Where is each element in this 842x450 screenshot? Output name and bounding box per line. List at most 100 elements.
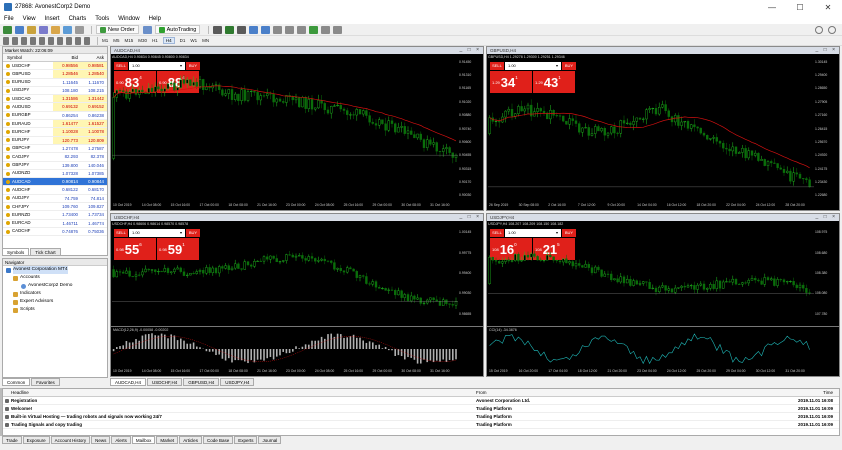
mail-row[interactable]: Welcome! Trading Platform 2019.11.01 16:09	[3, 405, 839, 413]
ask-column-header[interactable]: Ask	[81, 54, 107, 61]
chart-window[interactable]: USDJPY,H4 _ □ × USDJPY,H4 108.207 108.209 …	[486, 213, 840, 377]
price-axis[interactable]: 108.975 108.680 108.380 108.080 107.780	[813, 222, 839, 324]
terminal-tab-trade[interactable]: Trade	[2, 436, 22, 444]
terminal-tab-market[interactable]: Market	[156, 436, 179, 444]
trendline-icon[interactable]	[39, 36, 45, 45]
tab-favorites[interactable]: Favorites	[31, 378, 60, 386]
community-icon[interactable]	[828, 26, 836, 34]
templates-icon[interactable]	[333, 25, 343, 34]
label-icon[interactable]	[75, 36, 81, 45]
candlestick-chart[interactable]	[112, 55, 458, 202]
from-column-header[interactable]: From	[473, 389, 753, 396]
menu-view[interactable]: View	[23, 16, 36, 22]
terminal-tab-alerts[interactable]: Alerts	[111, 436, 131, 444]
tester-icon[interactable]	[75, 25, 84, 34]
chart-shift-icon[interactable]	[285, 25, 295, 34]
terminal-tab-code-base[interactable]: Code Base	[202, 436, 234, 444]
text-icon[interactable]	[66, 36, 72, 45]
metaeditor-icon[interactable]	[142, 25, 152, 34]
nav-item-expert-advisors[interactable]: Expert Advisors	[3, 298, 107, 306]
mail-row[interactable]: Trading Signals and copy trading Trading …	[3, 421, 839, 429]
market-watch-icon[interactable]	[27, 25, 36, 34]
tile-windows-icon[interactable]	[273, 25, 283, 34]
minimize-button[interactable]: —	[758, 0, 786, 14]
vertical-line-icon[interactable]	[21, 36, 27, 45]
periods-icon[interactable]	[321, 25, 331, 34]
mail-row[interactable]: Built-in Virtual Hosting — trading robot…	[3, 413, 839, 421]
menu-file[interactable]: File	[4, 16, 14, 22]
chart-window-controls[interactable]: _ □ ×	[816, 214, 838, 221]
zoom-in-icon[interactable]	[249, 25, 259, 34]
subwindow-divider[interactable]	[487, 326, 839, 327]
chart-window-controls[interactable]: _ □ ×	[816, 47, 838, 54]
subwindow-divider[interactable]	[111, 326, 483, 327]
tab-symbols[interactable]: Symbols	[2, 248, 30, 256]
timeframe-m15[interactable]: M15	[125, 38, 134, 43]
chart-window[interactable]: GBPUSD,H4 _ □ × GBPUSD,H4 1.29278 1.29300 …	[486, 46, 840, 211]
time-axis[interactable]: 26 Sep 2019 30 Sep 08:00 2 Oct 16:00 7 Oct …	[489, 203, 815, 211]
crosshair-icon[interactable]	[12, 36, 18, 45]
candlestick-icon[interactable]	[225, 25, 235, 34]
tab-common[interactable]: Common	[2, 378, 31, 386]
chart-tab-audcad[interactable]: AUDCAD,H4	[110, 378, 147, 386]
time-axis[interactable]: 15 Oct 2019 16 Oct 20:00 17 Oct 04:00 18 Oc…	[489, 369, 815, 377]
candlestick-chart[interactable]	[112, 222, 458, 324]
chart-tab-gbpusd[interactable]: GBPUSD,H4	[183, 378, 220, 386]
timeframe-w1[interactable]: W1	[190, 38, 197, 43]
menu-window[interactable]: Window	[118, 16, 139, 22]
nav-item-scripts[interactable]: Scripts	[3, 306, 107, 314]
menu-tools[interactable]: Tools	[95, 16, 109, 22]
terminal-tab-mailbox[interactable]: Mailbox	[131, 436, 156, 444]
zoom-out-icon[interactable]	[261, 25, 271, 34]
arrows-icon[interactable]	[84, 36, 90, 45]
terminal-tab-articles[interactable]: Articles	[179, 436, 202, 444]
autoscroll-icon[interactable]	[297, 25, 307, 34]
price-axis[interactable]: 1.30145 1.29400 1.28650 1.27905 1.27160 1.264…	[813, 55, 839, 202]
time-axis[interactable]: 10 Oct 2019 14 Oct 08:00 15 Oct 16:00 17 Oc…	[113, 369, 459, 377]
terminal-tab-journal[interactable]: Journal	[258, 436, 282, 444]
chart-window-controls[interactable]: _ □ ×	[460, 214, 482, 221]
new-chart-icon[interactable]	[3, 25, 12, 34]
channel-icon[interactable]	[48, 36, 54, 45]
terminal-tab-exposure[interactable]: Exposure	[22, 436, 50, 444]
bid-column-header[interactable]: Bid	[53, 54, 81, 61]
timeframe-m1[interactable]: M1	[102, 38, 108, 43]
fibonacci-icon[interactable]	[57, 36, 63, 45]
chart-tab-usdjpy[interactable]: USDJPY,H4	[220, 378, 255, 386]
horizontal-line-icon[interactable]	[30, 36, 36, 45]
timeframe-d1[interactable]: D1	[180, 38, 186, 43]
timeframe-m5[interactable]: M5	[113, 38, 119, 43]
chart-window[interactable]: USDCHF,H4 _ □ × USDCHF,H4 0.98606 0.98614 …	[110, 213, 484, 377]
navigator-icon[interactable]	[51, 25, 60, 34]
search-icon[interactable]	[815, 26, 823, 34]
chart-window-controls[interactable]: _ □ ×	[460, 47, 482, 54]
bar-chart-icon[interactable]	[213, 25, 223, 34]
mail-row[interactable]: Registration Avonest Corporation Ltd. 2019…	[3, 397, 839, 405]
menu-insert[interactable]: Insert	[45, 16, 60, 22]
price-axis[interactable]: 0.91450 0.91310 0.91165 0.91020 0.90880 0.907…	[457, 55, 483, 202]
menu-charts[interactable]: Charts	[69, 16, 87, 22]
line-chart-icon[interactable]	[237, 25, 247, 34]
autotrading-button[interactable]: AutoTrading	[154, 25, 201, 34]
chart-tab-usdchf[interactable]: USDCHF,H4	[147, 378, 183, 386]
close-button[interactable]: ✕	[814, 0, 842, 14]
cci-indicator[interactable]	[488, 332, 814, 366]
nav-item-indicators[interactable]: Indicators	[3, 290, 107, 298]
macd-histogram[interactable]	[112, 332, 458, 366]
candlestick-chart[interactable]	[488, 55, 814, 202]
headline-column-header[interactable]: Headline	[3, 389, 473, 396]
terminal-tab-experts[interactable]: Experts	[234, 436, 258, 444]
maximize-button[interactable]: ☐	[786, 0, 814, 14]
cursor-icon[interactable]	[3, 36, 9, 45]
menu-help[interactable]: Help	[149, 16, 161, 22]
terminal-tab-account-history[interactable]: Account History	[50, 436, 91, 444]
data-window-icon[interactable]	[39, 25, 48, 34]
profiles-icon[interactable]	[15, 25, 24, 34]
market-watch-row[interactable]: CADCHF 0.74876 0.75036	[3, 228, 107, 237]
timeframe-h1[interactable]: H1	[152, 38, 158, 43]
timeframe-mn[interactable]: MN	[202, 38, 209, 43]
timeframe-h4[interactable]: H4	[162, 37, 175, 44]
candlestick-chart[interactable]	[488, 222, 814, 324]
nav-item-broker[interactable]: Avonest Corporation MT4	[3, 266, 107, 274]
tab-tick-chart[interactable]: Tick Chart	[30, 248, 61, 256]
